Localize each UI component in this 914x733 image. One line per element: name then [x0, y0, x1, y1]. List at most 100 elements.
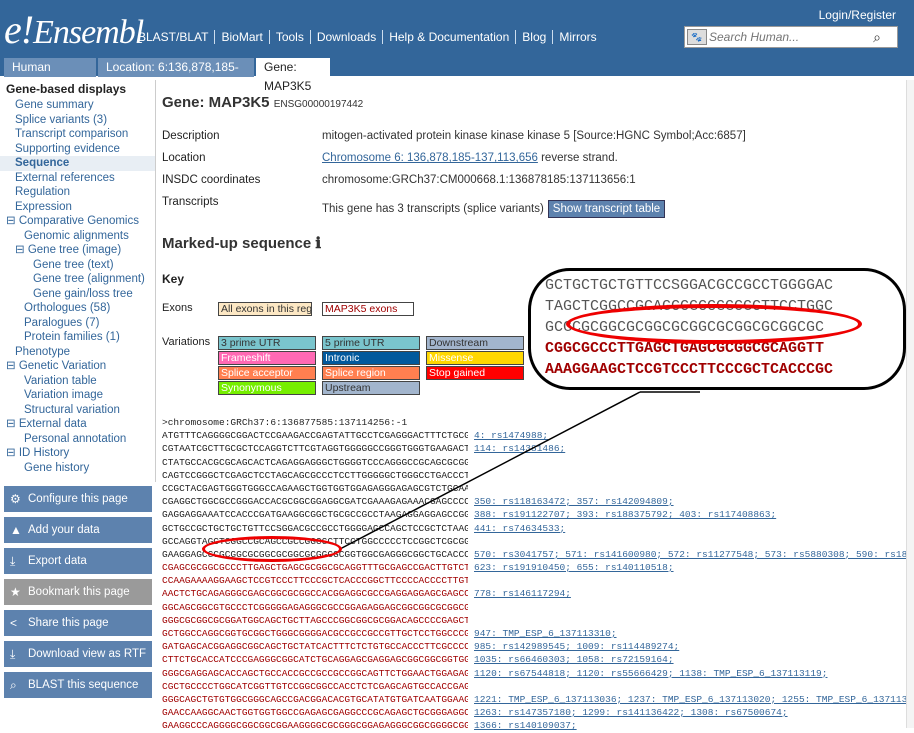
sidebar-item[interactable]: Orthologues (58) — [0, 301, 155, 316]
sequence-line: AACTCTGCAGAGGGCGAGCGGCGCGGCCACGGAGGCGCCG… — [162, 587, 910, 600]
sequence-bases: ATGTTTCAGGGGCGGACTCCGAAGACCGAGTATTGCCTCG… — [162, 430, 468, 442]
sidebar-item[interactable]: Gene tree (alignment) — [0, 272, 155, 287]
location-label: Location — [162, 152, 206, 164]
variation-key-box: Stop gained — [426, 366, 524, 380]
tab-gene[interactable]: Gene: MAP3K5 — [256, 58, 330, 93]
markup-heading-text: Marked-up sequence — [162, 235, 312, 252]
sequence-bases: CGAGGCTGGCGCCGGGACCACGCGGCGGAGGCGATCGAAA… — [162, 496, 468, 508]
description-value: mitogen-activated protein kinase kinase … — [322, 130, 746, 142]
action-icon: ⚙ — [10, 492, 21, 506]
variant-links[interactable]: 985: rs142989545; 1009: rs114489274; — [474, 640, 679, 653]
sequence-line: GAACCAAGGCAACTGGTGGTGGCCGAGAGCGAGGCCCGCA… — [162, 706, 910, 719]
transcripts-text: This gene has 3 transcripts (splice vari… — [322, 203, 544, 215]
sidebar-item[interactable]: Supporting evidence — [0, 142, 155, 157]
variant-links[interactable]: 441: rs74634533; — [474, 522, 565, 535]
sidebar-item[interactable]: Protein families (1) — [0, 330, 155, 345]
sidebar-item[interactable]: Sequence — [0, 156, 155, 171]
variant-links[interactable]: 1263: rs147357180; 1299: rs141136422; 13… — [474, 706, 788, 719]
ensembl-logo[interactable]: e!Ensembl — [4, 6, 144, 52]
sequence-line: CCGCTACGAGTGGGTGGGCCAGAAGCTGGTGGTGGAGAGG… — [162, 482, 910, 495]
variant-links[interactable]: 623: rs191910450; 655: rs140110518; — [474, 561, 674, 574]
sidebar-item[interactable]: External references — [0, 171, 155, 186]
sidebar-item[interactable]: Gene gain/loss tree — [0, 287, 155, 302]
sidebar-item[interactable]: Genomic alignments — [0, 229, 155, 244]
nav-item[interactable]: BioMart — [215, 30, 270, 44]
login-link[interactable]: Login/Register — [819, 8, 896, 22]
sidebar-action-button[interactable]: ⤓ Export data — [4, 548, 152, 574]
variant-links[interactable]: 778: rs146117294; — [474, 587, 571, 600]
sidebar-item[interactable]: Variation table — [0, 374, 155, 389]
sidebar-item[interactable]: Expression — [0, 200, 155, 215]
sidebar-item[interactable]: Gene history — [0, 461, 155, 476]
nav-item[interactable]: BLAST/BLAT — [132, 30, 216, 44]
sequence-line: CTTCTGCACCATCCCGAGGGCGGCATCTGCAGGAGCGAGG… — [162, 653, 910, 666]
exon-key-box: All exons in this region — [218, 302, 312, 316]
tab-location[interactable]: Location: 6:136,878,185-137,113,656 — [98, 58, 254, 93]
show-transcript-table-button[interactable]: Show transcript table — [547, 200, 666, 218]
sidebar-item[interactable]: Gene summary — [0, 98, 155, 113]
search-input[interactable] — [709, 30, 869, 44]
insdc-value: chromosome:GRCh37:CM000668.1:136878185:1… — [322, 174, 636, 186]
vertical-scrollbar[interactable] — [906, 80, 914, 728]
sequence-line: GGCAGCGGCGTGCCCTCGGGGGAGAGGGCGCCGGAGAGGA… — [162, 601, 910, 614]
sidebar-item[interactable]: Gene tree (text) — [0, 258, 155, 273]
sidebar-action-button[interactable]: ⤓ Download view as RTF — [4, 641, 152, 667]
sequence-lines: ATGTTTCAGGGGCGGACTCCGAAGACCGAGTATTGCCTCG… — [162, 429, 914, 732]
sidebar-item[interactable]: ⊟ Gene tree (image) — [0, 243, 155, 258]
sidebar-item[interactable]: Regulation — [0, 185, 155, 200]
variations-label: Variations — [162, 336, 211, 348]
sequence-bases: CAGTCCGGGCTCGAGCTCCTAGCAGCGCCCTCCTTGGGGG… — [162, 469, 468, 481]
sidebar-item[interactable]: ⊟ ID History — [0, 446, 155, 461]
sidebar-action-button[interactable]: < Share this page — [4, 610, 152, 636]
sequence-bases: GGGCGCGGCGCGGATGGCAGCTGCTTAGCCCGGCGGCGCG… — [162, 614, 468, 626]
variant-links[interactable]: 1120: rs67544818; 1120: rs55666429; 1138… — [474, 667, 827, 680]
variant-links[interactable]: 1366: rs140109037; — [474, 719, 577, 732]
nav-item[interactable]: Help & Documentation — [383, 30, 517, 44]
search-icon[interactable]: ⌕ — [869, 29, 885, 46]
sidebar-item[interactable]: ⊟ Genetic Variation — [0, 359, 155, 374]
variant-links[interactable]: 1035: rs66460303; 1058: rs72159164; — [474, 653, 674, 666]
variant-links[interactable]: 350: rs118163472; 357: rs142094809; — [474, 495, 674, 508]
sequence-block: >chromosome:GRCh37:6:136877585:137114256… — [162, 416, 914, 733]
action-icon: ⤓ — [10, 647, 16, 661]
transcripts-label: Transcripts — [162, 196, 219, 208]
sequence-line: GATGAGCACGGAGGCGGCAGCTGCTATCACTTTCTCTGTG… — [162, 640, 910, 653]
sidebar-item[interactable]: ⊟ External data — [0, 417, 155, 432]
location-link[interactable]: Chromosome 6: 136,878,185-137,113,656 — [322, 152, 538, 164]
logo-e: e! — [4, 7, 34, 52]
sidebar-item[interactable]: Transcript comparison — [0, 127, 155, 142]
sidebar-item[interactable]: Personal annotation — [0, 432, 155, 447]
sidebar-item[interactable]: Splice variants (3) — [0, 113, 155, 128]
info-icon[interactable]: ℹ — [315, 235, 321, 252]
variant-links[interactable]: 1221: TMP_ESP_6_137113036; 1237: TMP_ESP… — [474, 693, 914, 706]
tab-species[interactable]: Human (GRCh37) ▼ — [4, 58, 96, 93]
sidebar-item[interactable]: ⊟ Comparative Genomics — [0, 214, 155, 229]
sequence-line: GCTGGCCAGGCGGTGCGGCTGGGCGGGGACGCCGCCGCCG… — [162, 627, 910, 640]
sidebar-action-button[interactable]: ▲ Add your data — [4, 517, 152, 543]
variant-links[interactable]: 570: rs3041757; 571: rs141600980; 572: r… — [474, 548, 914, 561]
variation-key-box: Upstream — [322, 381, 420, 395]
sidebar-list: Gene summary Splice variants (3) Transcrip… — [0, 98, 155, 475]
sidebar-item[interactable]: Paralogues (7) — [0, 316, 155, 331]
action-icon: ▲ — [10, 523, 22, 537]
sidebar-action-button[interactable]: ⌕ BLAST this sequence — [4, 672, 152, 698]
sidebar-item[interactable]: Variation image — [0, 388, 155, 403]
sidebar-item[interactable]: Phenotype — [0, 345, 155, 360]
variant-links[interactable]: 114: rs14381486; — [474, 442, 565, 455]
nav-item[interactable]: Tools — [270, 30, 311, 44]
variation-key-box: 3 prime UTR — [218, 336, 316, 350]
sequence-line: CGAGCGCGGCGCCCTTGAGCTGAGCGCGGCGCAGGTTTGC… — [162, 561, 910, 574]
variant-links[interactable]: 4: rs1474988; — [474, 429, 548, 442]
variant-links[interactable]: 388: rs191122707; 393: rs188375792; 403:… — [474, 508, 776, 521]
sequence-line: CCAAGAAAAGGAAGCTCCGTCCCTTCCCGCTCACCCGGCT… — [162, 574, 910, 587]
sidebar-item[interactable]: Structural variation — [0, 403, 155, 418]
species-icon[interactable]: 🐾 — [687, 29, 707, 45]
sidebar-action-button[interactable]: ★ Bookmark this page — [4, 579, 152, 605]
nav-item[interactable]: Mirrors — [553, 30, 602, 44]
nav-item[interactable]: Blog — [516, 30, 554, 44]
variation-key-box: Splice region — [322, 366, 420, 380]
nav-item[interactable]: Downloads — [311, 30, 384, 44]
sidebar-action-button[interactable]: ⚙ Configure this page — [4, 486, 152, 512]
variant-links[interactable]: 947: TMP_ESP_6_137113310; — [474, 627, 617, 640]
markup-heading: Marked-up sequence ℹ — [162, 234, 321, 252]
